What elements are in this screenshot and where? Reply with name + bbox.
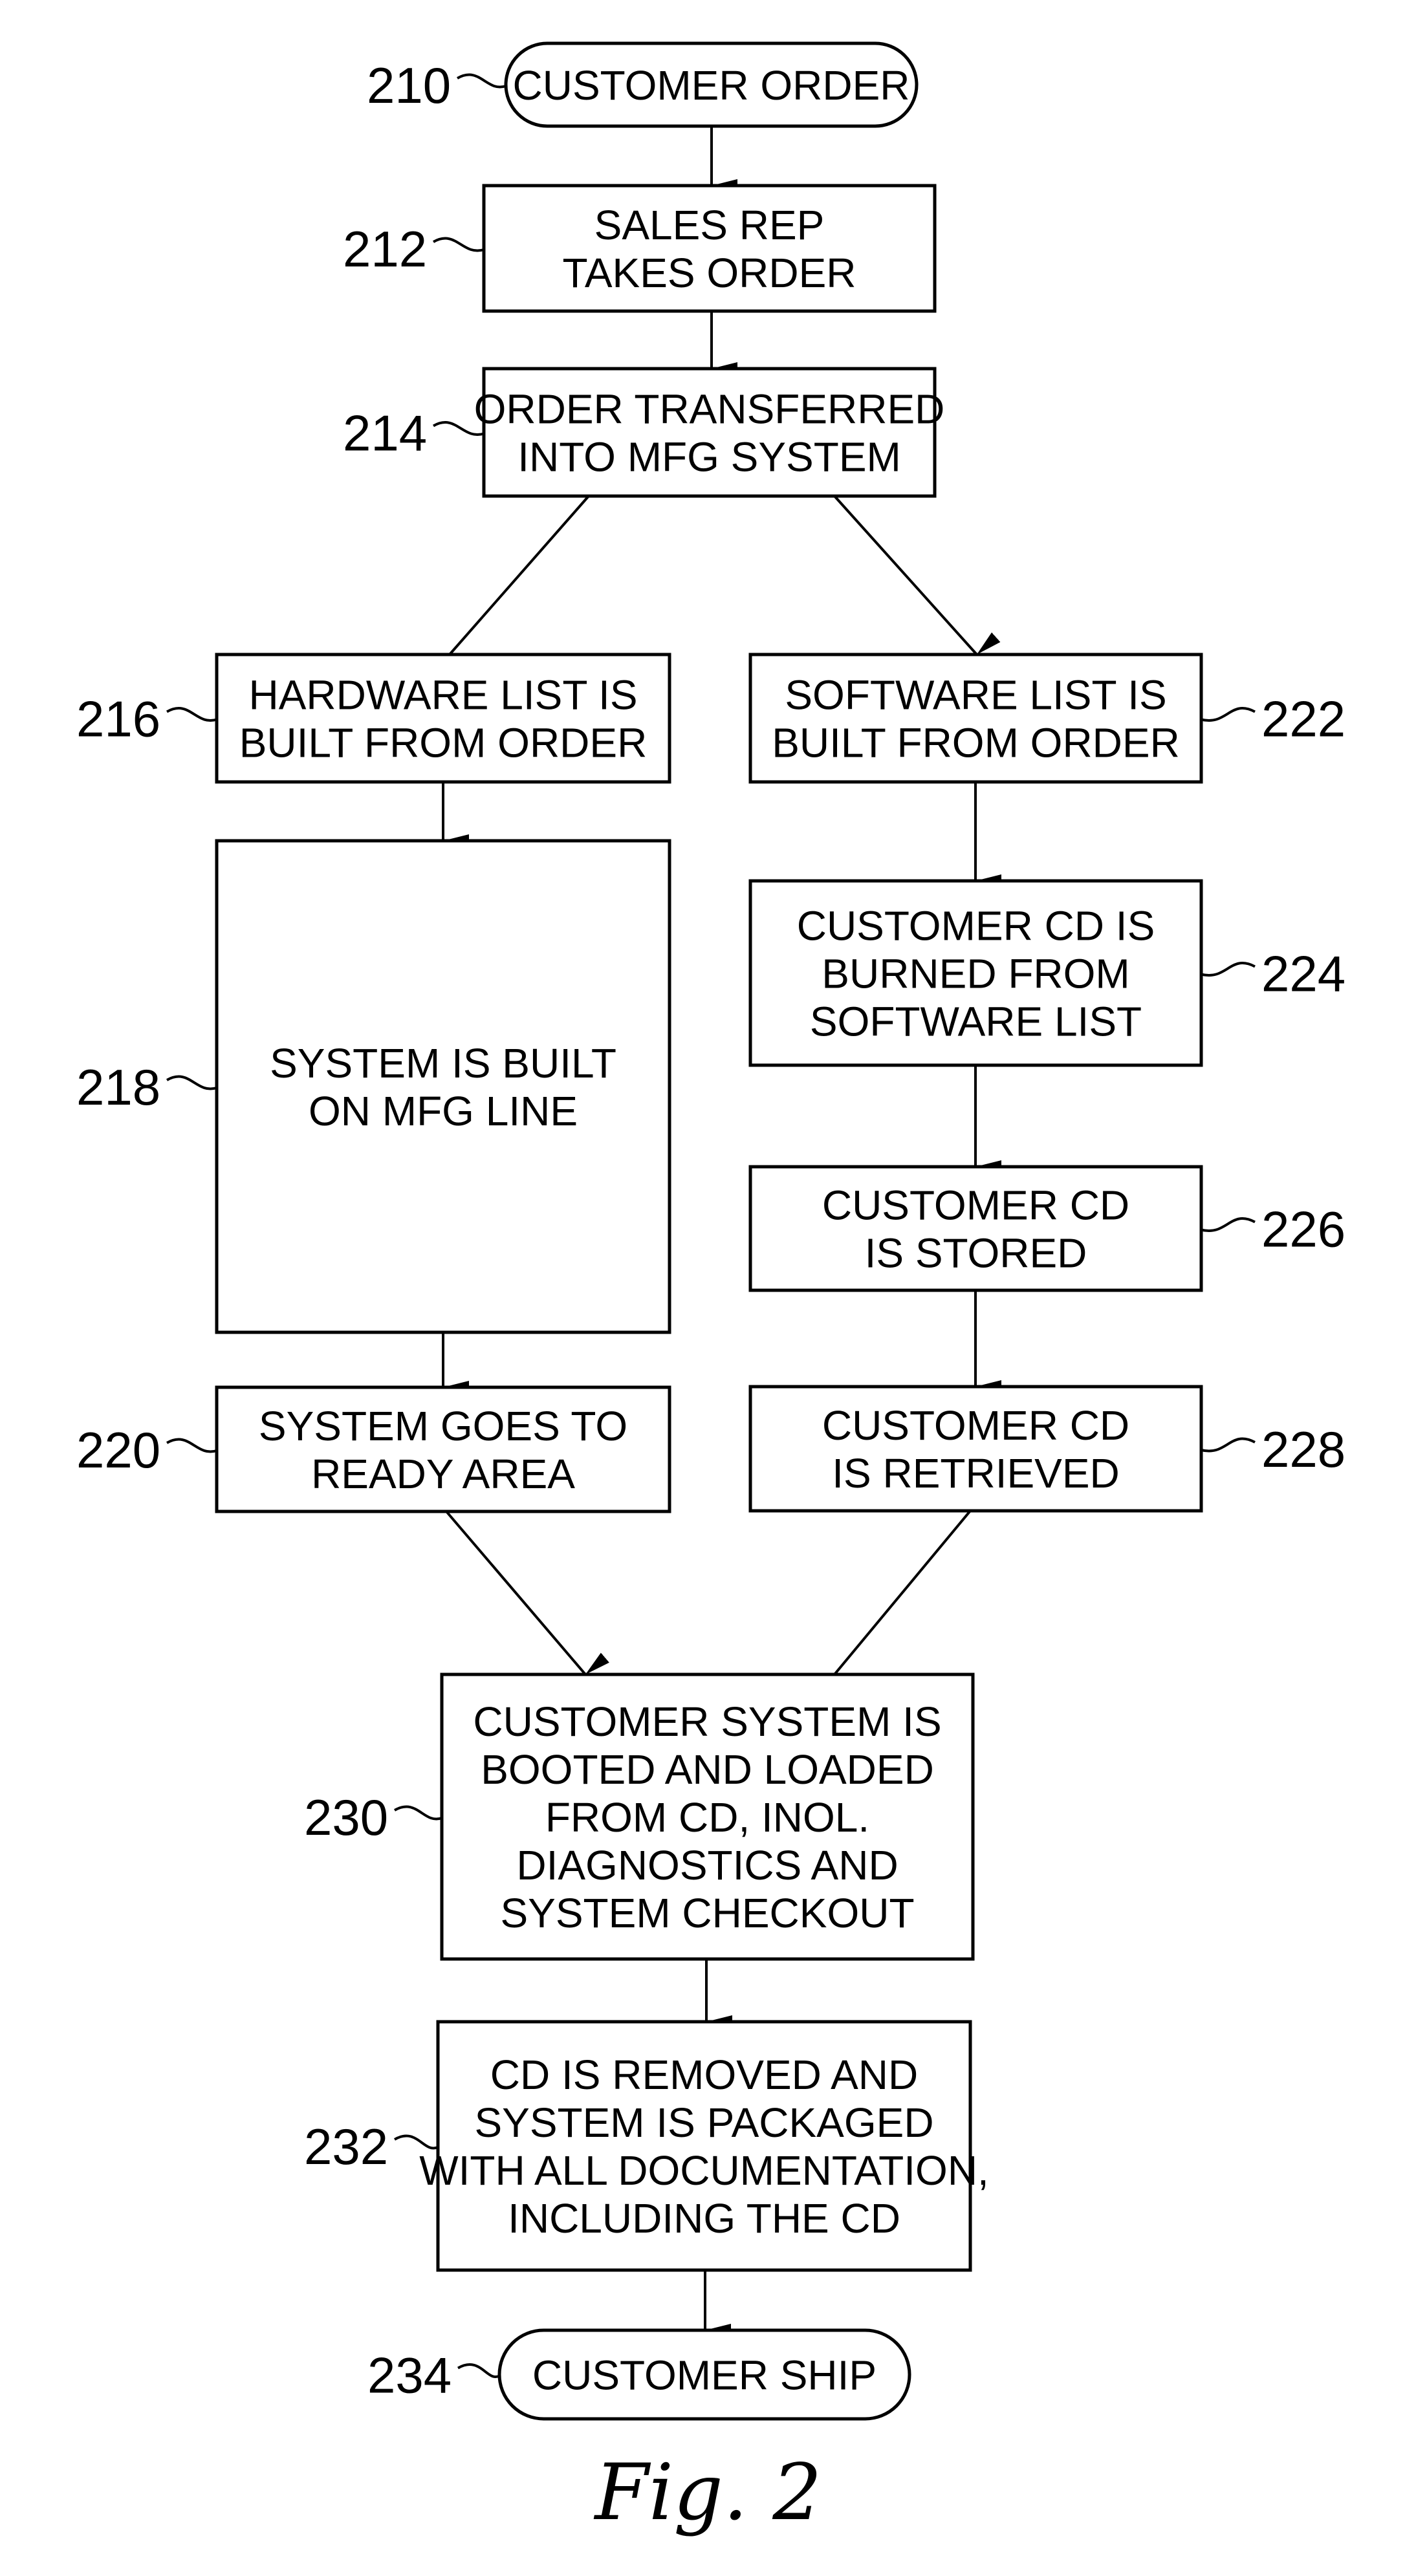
step-216: HARDWARE LIST ISBUILT FROM ORDER 216 <box>76 653 671 784</box>
step-text-line: SYSTEM IS BUILT <box>270 1040 616 1087</box>
step-text-line: BOOTED AND LOADED <box>481 1746 934 1793</box>
figure-caption: Fig. 2 <box>593 2448 822 2538</box>
step-text-line: SYSTEM CHECKOUT <box>500 1890 914 1936</box>
step-222: SOFTWARE LIST ISBUILT FROM ORDER 222 <box>748 653 1345 784</box>
step-218: SYSTEM IS BUILTON MFG LINE 218 <box>76 839 671 1334</box>
leader-line <box>433 237 485 252</box>
step-text-line: CD IS REMOVED AND <box>490 2051 918 2098</box>
reference-numeral: 218 <box>76 1059 160 1116</box>
leader-line <box>166 707 217 722</box>
leader-line <box>457 73 506 89</box>
step-text-line: BUILT FROM ORDER <box>772 720 1180 766</box>
step-226: CUSTOMER CDIS STORED 226 <box>748 1165 1345 1292</box>
leader-line <box>457 2363 500 2379</box>
step-210: CUSTOMER ORDER 210 <box>367 41 919 128</box>
reference-numeral: 220 <box>76 1422 160 1478</box>
reference-numeral: 226 <box>1261 1201 1345 1258</box>
arrow-228-to-230 <box>833 1510 972 1696</box>
step-234: CUSTOMER SHIP 234 <box>367 2328 911 2421</box>
step-text-line: FROM CD, INOL. <box>545 1794 869 1841</box>
reference-numeral: 230 <box>304 1789 388 1846</box>
step-text-line: WITH ALL DOCUMENTATION, <box>419 2147 989 2194</box>
reference-numeral: 232 <box>304 2118 388 2175</box>
step-text-line: BURNED FROM <box>822 951 1129 997</box>
step-text-line: SOFTWARE LIST IS <box>785 672 1166 719</box>
step-text-line: HARDWARE LIST IS <box>249 672 638 719</box>
leader-line <box>1201 1217 1256 1232</box>
leader-line <box>1201 962 1256 977</box>
reference-numeral: 228 <box>1261 1421 1345 1478</box>
step-text-line: CUSTOMER CD IS <box>797 903 1155 949</box>
step-text-line: CUSTOMER CD <box>822 1182 1129 1229</box>
step-224: CUSTOMER CD ISBURNED FROMSOFTWARE LIST 22… <box>748 879 1345 1067</box>
leader-line <box>1201 1437 1256 1453</box>
reference-numeral: 224 <box>1261 946 1345 1002</box>
reference-numeral: 222 <box>1261 691 1345 748</box>
reference-numeral: 212 <box>343 221 427 277</box>
step-214: ORDER TRANSFERREDINTO MFG SYSTEM 214 <box>343 367 945 498</box>
step-text-line: SOFTWARE LIST <box>810 999 1142 1045</box>
step-228: CUSTOMER CDIS RETRIEVED 228 <box>748 1385 1345 1513</box>
step-text-line: IS STORED <box>865 1230 1087 1277</box>
step-text-line: IS RETRIEVED <box>832 1450 1120 1497</box>
step-text-line: CUSTOMER SHIP <box>532 2352 877 2399</box>
step-text-line: INCLUDING THE CD <box>508 2195 900 2242</box>
arrow-214-to-222 <box>833 495 1001 656</box>
leader-line <box>394 2134 439 2150</box>
step-text-line: READY AREA <box>311 1451 575 1497</box>
step-text-line: BUILT FROM ORDER <box>239 720 648 766</box>
arrow-220-to-230 <box>445 1510 609 1676</box>
step-230: CUSTOMER SYSTEM ISBOOTED AND LOADEDFROM … <box>304 1672 975 1961</box>
flowchart-diagram: CUSTOMER ORDER 210 SALES REPTAKES ORDER 212… <box>76 41 1345 2538</box>
step-text-line: SALES REP <box>594 202 825 248</box>
reference-numeral: 216 <box>76 691 160 748</box>
step-text-line: SYSTEM IS PACKAGED <box>474 2099 933 2146</box>
step-text-line: ON MFG LINE <box>309 1088 578 1134</box>
arrow-214-to-216 <box>448 495 590 676</box>
step-text-line: DIAGNOSTICS AND <box>516 1842 898 1889</box>
step-text-line: CUSTOMER SYSTEM IS <box>473 1698 941 1745</box>
reference-numeral: 234 <box>367 2347 452 2404</box>
leader-line <box>166 1438 217 1453</box>
reference-numeral: 210 <box>367 57 451 114</box>
reference-numeral: 214 <box>343 405 427 462</box>
step-text-line: CUSTOMER CD <box>822 1402 1129 1449</box>
leader-line <box>1201 707 1256 722</box>
step-text-line: TAKES ORDER <box>563 250 856 296</box>
step-text-line: INTO MFG SYSTEM <box>517 434 901 481</box>
step-text-line: CUSTOMER ORDER <box>513 62 910 109</box>
step-220: SYSTEM GOES TOREADY AREA 220 <box>76 1385 671 1513</box>
leader-line <box>394 1805 442 1821</box>
step-text-line: SYSTEM GOES TO <box>259 1403 627 1449</box>
step-212: SALES REPTAKES ORDER 212 <box>343 184 937 313</box>
process-box-218 <box>215 839 671 1334</box>
nodes: CUSTOMER ORDER 210 SALES REPTAKES ORDER 212… <box>76 41 1345 2421</box>
step-232: CD IS REMOVED ANDSYSTEM IS PACKAGEDWITH … <box>304 2020 989 2272</box>
leader-line <box>166 1075 217 1090</box>
step-text-line: ORDER TRANSFERRED <box>474 386 945 433</box>
